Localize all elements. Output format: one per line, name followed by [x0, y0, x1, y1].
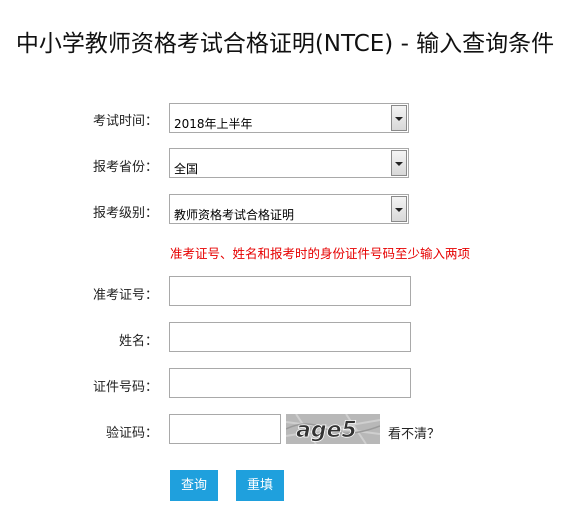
reset-button[interactable]: 重填 — [236, 470, 284, 501]
chevron-down-icon[interactable] — [391, 196, 407, 222]
province-value: 全国 — [174, 162, 199, 176]
captcha-input[interactable] — [169, 414, 281, 444]
level-select[interactable]: 教师资格考试合格证明 — [169, 194, 409, 224]
exam-time-value: 2018年上半年 — [174, 117, 253, 131]
level-value: 教师资格考试合格证明 — [174, 208, 295, 222]
id-no-label: 证件号码： — [92, 380, 158, 395]
captcha-label: 验证码： — [105, 426, 158, 441]
admission-no-input[interactable] — [169, 276, 411, 306]
name-input[interactable] — [169, 322, 411, 352]
admission-no-label: 准考证号： — [92, 288, 158, 303]
chevron-down-icon[interactable] — [391, 150, 407, 176]
query-button[interactable]: 查询 — [170, 470, 218, 501]
exam-time-select[interactable]: 2018年上半年 — [169, 103, 409, 133]
input-requirement-warning: 准考证号、姓名和报考时的身份证件号码至少输入两项 — [170, 246, 471, 261]
province-label: 报考省份： — [92, 160, 158, 175]
page-title: 中小学教师资格考试合格证明(NTCE) - 输入查询条件 — [15, 31, 555, 57]
exam-time-label: 考试时间： — [92, 114, 158, 129]
province-select[interactable]: 全国 — [169, 148, 409, 178]
captcha-image[interactable]: age5 — [286, 414, 380, 444]
captcha-text: age5 — [296, 418, 357, 443]
captcha-refresh-link[interactable]: 看不清？ — [388, 423, 440, 442]
name-label: 姓名： — [118, 334, 158, 349]
chevron-down-icon[interactable] — [391, 105, 407, 131]
level-label: 报考级别： — [92, 206, 158, 221]
id-no-input[interactable] — [169, 368, 411, 398]
